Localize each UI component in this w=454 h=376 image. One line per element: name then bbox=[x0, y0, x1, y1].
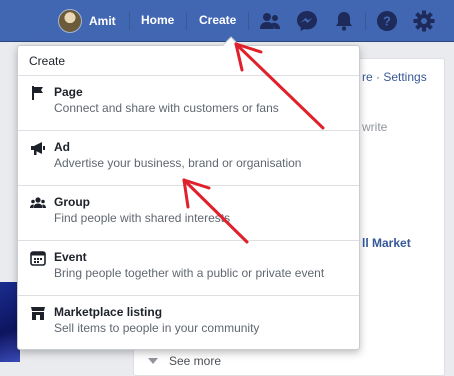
profile-name: Amit bbox=[89, 14, 116, 28]
marketplace-heading[interactable]: ll Market bbox=[362, 236, 411, 250]
megaphone-icon bbox=[31, 142, 45, 155]
notifications-icon[interactable] bbox=[333, 10, 355, 32]
menu-item-title: Page bbox=[54, 85, 83, 99]
settings-icon[interactable] bbox=[413, 10, 435, 32]
profile-link[interactable]: Amit bbox=[58, 9, 116, 33]
storefront-icon bbox=[31, 307, 45, 320]
menu-item-page[interactable]: Page Connect and share with customers or… bbox=[18, 76, 359, 131]
divider bbox=[365, 12, 366, 30]
divider bbox=[129, 12, 130, 30]
menu-header: Create bbox=[18, 46, 359, 76]
divider bbox=[186, 12, 187, 30]
menu-item-group[interactable]: Group Find people with shared interests bbox=[18, 186, 359, 241]
flag-icon bbox=[32, 86, 43, 100]
menu-item-description: Find people with shared interests bbox=[54, 211, 231, 225]
write-placeholder: write bbox=[362, 120, 388, 134]
chevron-down-icon bbox=[148, 358, 158, 364]
menu-item-title: Event bbox=[54, 250, 87, 264]
divider bbox=[248, 12, 249, 30]
messenger-icon[interactable] bbox=[296, 10, 318, 32]
create-dropdown-menu: Create Page Connect and share with custo… bbox=[17, 45, 360, 350]
settings-link[interactable]: re · Settings bbox=[362, 70, 427, 84]
menu-item-description: Connect and share with customers or fans bbox=[54, 101, 279, 115]
menu-item-event[interactable]: Event Bring people together with a publi… bbox=[18, 241, 359, 296]
menu-item-title: Ad bbox=[54, 140, 70, 154]
menu-item-description: Sell items to people in your community bbox=[54, 321, 260, 335]
menu-item-description: Bring people together with a public or p… bbox=[54, 266, 325, 280]
group-icon bbox=[30, 197, 46, 208]
svg-text:?: ? bbox=[383, 14, 391, 29]
help-icon[interactable]: ? bbox=[376, 10, 398, 32]
create-link[interactable]: Create bbox=[199, 13, 236, 27]
see-more-link[interactable]: See more bbox=[148, 354, 221, 368]
calendar-icon bbox=[30, 251, 46, 266]
home-link[interactable]: Home bbox=[141, 13, 174, 27]
avatar bbox=[58, 9, 82, 33]
menu-item-ad[interactable]: Ad Advertise your business, brand or org… bbox=[18, 131, 359, 186]
see-more-label: See more bbox=[169, 354, 222, 368]
friends-icon[interactable] bbox=[259, 10, 281, 32]
menu-item-title: Group bbox=[54, 195, 90, 209]
menu-item-description: Advertise your business, brand or organi… bbox=[54, 156, 302, 170]
top-navigation-bar: Amit Home Create ? bbox=[0, 0, 454, 42]
menu-item-marketplace-listing[interactable]: Marketplace listing Sell items to people… bbox=[18, 296, 359, 351]
menu-item-title: Marketplace listing bbox=[54, 305, 163, 319]
